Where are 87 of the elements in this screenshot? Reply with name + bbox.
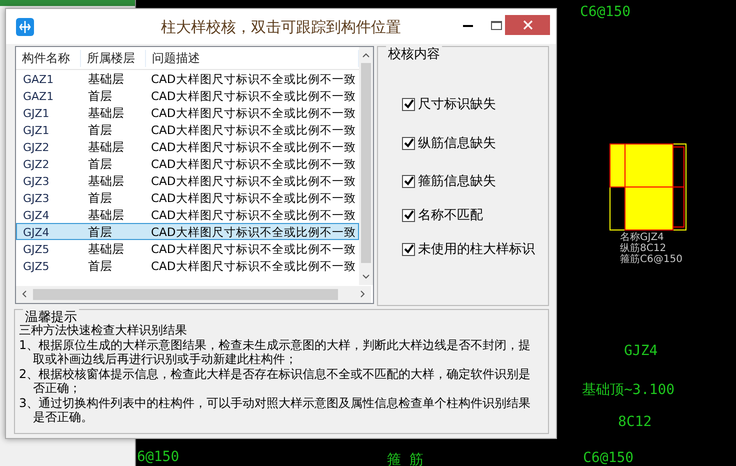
window-title: 柱大样校核，双击可跟踪到构件位置: [161, 18, 401, 36]
table-cell-text: 基础层: [87, 105, 125, 122]
cad-label: 箍 筋: [387, 452, 424, 466]
checkbox-label[interactable]: 尺寸标识缺失: [418, 95, 496, 113]
table-cell-text: CAD大样图尺寸标识不全或比例不一致: [150, 225, 357, 240]
cad-label: C6@150: [583, 450, 634, 466]
table-cell-text: GJZ3: [22, 192, 50, 205]
table-cell-text: CAD大样图尺寸标识不全或比例不一致: [150, 123, 357, 138]
group-title: 校核内容: [386, 45, 442, 63]
horizontal-scrollbar[interactable]: [16, 286, 371, 303]
cad-label: GJZ4: [624, 343, 658, 359]
scroll-up-icon[interactable]: [362, 51, 370, 59]
table-cell-text: GJZ2: [22, 158, 50, 171]
detail-note: 名称GJZ4: [620, 232, 665, 243]
table-cell-text: GJZ3: [22, 175, 50, 188]
detail-note: 箍筋C6@150: [620, 254, 682, 265]
checkbox[interactable]: [402, 98, 415, 110]
table-cell-text: CAD大样图尺寸标识不全或比例不一致: [150, 89, 357, 104]
checkbox-label[interactable]: 未使用的柱大样标识: [418, 240, 535, 258]
checkbox[interactable]: [402, 174, 415, 188]
scroll-right-icon[interactable]: [359, 290, 367, 298]
cad-label: 8C12: [618, 414, 652, 430]
table-cell-text: GJZ4: [22, 226, 50, 239]
cad-label: 基础顶~3.100: [582, 382, 675, 398]
table-row[interactable]: GJZ4 基础层 CAD大样图尺寸标识不全或比例不一致: [16, 206, 359, 223]
table-cell-text: 基础层: [87, 241, 125, 258]
checkbox[interactable]: [402, 208, 415, 222]
tip-text: 1、根据原位生成的大样示意图结果，检查未生成示意图的大样，判断此大样边线是否不封闭，提取或补画边线后再进行识别或手动新建此柱构件；: [19, 338, 532, 366]
table-cell-text: GJZ2: [22, 141, 50, 154]
table-cell-text: 首层: [87, 122, 113, 139]
table-cell-text: GAZ1: [22, 90, 55, 103]
vertical-scrollbar[interactable]: [359, 47, 373, 285]
table-cell-text: 基础层: [87, 71, 125, 88]
table-cell-text: CAD大样图尺寸标识不全或比例不一致: [150, 259, 357, 274]
checkbox-label[interactable]: 纵筋信息缺失: [418, 134, 496, 152]
column-header[interactable]: 所属楼层: [81, 50, 146, 66]
close-button[interactable]: [505, 15, 550, 35]
checkbox[interactable]: [402, 136, 415, 150]
table-cell-text: GJZ1: [22, 124, 50, 137]
table-row[interactable]: GJZ1 首层 CAD大样图尺寸标识不全或比例不一致: [16, 121, 359, 138]
checkbox-label[interactable]: 箍筋信息缺失: [418, 172, 496, 190]
app-icon: [16, 18, 34, 36]
table-row[interactable]: GJZ2 基础层 CAD大样图尺寸标识不全或比例不一致: [16, 138, 359, 155]
cad-label: C6@150: [580, 4, 631, 20]
table-row[interactable]: GJZ3 基础层 CAD大样图尺寸标识不全或比例不一致: [16, 172, 359, 189]
tip-text: 3、通过切换构件列表中的柱构件，可以手动对照大样示意图及属性信息检查单个柱构件识别结果是否正确。: [19, 396, 532, 424]
table-cell-text: CAD大样图尺寸标识不全或比例不一致: [150, 208, 357, 223]
table-row[interactable]: GAZ1 首层 CAD大样图尺寸标识不全或比例不一致: [16, 87, 359, 104]
scroll-left-icon[interactable]: [20, 290, 28, 298]
table-cell-text: GJZ5: [22, 243, 50, 256]
table-cell-text: 首层: [87, 156, 113, 173]
maximize-icon: [490, 20, 502, 30]
table-row[interactable]: GJZ5 基础层 CAD大样图尺寸标识不全或比例不一致: [16, 240, 359, 257]
table-row[interactable]: GJZ1 基础层 CAD大样图尺寸标识不全或比例不一致: [16, 104, 359, 121]
tips-intro: 三种方法快速检查大样识别结果: [19, 323, 188, 338]
table-cell-text: GJZ5: [22, 260, 50, 273]
table-row[interactable]: GJZ4 首层 CAD大样图尺寸标识不全或比例不一致: [16, 223, 359, 240]
table-row[interactable]: GJZ3 首层 CAD大样图尺寸标识不全或比例不一致: [16, 189, 359, 206]
checkbox-label[interactable]: 名称不匹配: [418, 206, 483, 224]
close-icon: [522, 20, 532, 30]
table-cell-text: GJZ4: [22, 209, 50, 222]
table-cell-text: GAZ1: [22, 73, 55, 86]
table-cell-text: 基础层: [87, 139, 125, 156]
table-row[interactable]: GJZ2 首层 CAD大样图尺寸标识不全或比例不一致: [16, 155, 359, 172]
table-cell-text: CAD大样图尺寸标识不全或比例不一致: [150, 242, 357, 257]
table-cell-text: 首层: [87, 88, 113, 105]
column-header[interactable]: 构件名称: [16, 50, 81, 66]
table-cell-text: CAD大样图尺寸标识不全或比例不一致: [150, 106, 357, 121]
table-cell-text: CAD大样图尺寸标识不全或比例不一致: [150, 174, 357, 189]
table-cell-text: 基础层: [87, 207, 125, 224]
table-cell-text: 首层: [87, 258, 113, 275]
table-cell-text: GJZ1: [22, 107, 50, 120]
cad-label: 6@150: [137, 449, 180, 465]
tip-text: 2、根据校核窗体提示信息，检查此大样是否存在标识信息不全或不匹配的大样，确定软件识别是否正确；: [19, 366, 532, 396]
table-row[interactable]: GAZ1 基础层 CAD大样图尺寸标识不全或比例不一致: [16, 70, 359, 87]
table-cell-text: 基础层: [87, 173, 125, 190]
table-cell-text: CAD大样图尺寸标识不全或比例不一致: [150, 191, 357, 206]
table-cell-text: 首层: [87, 190, 113, 207]
checkbox[interactable]: [402, 242, 415, 256]
detail-note: 纵筋8C12: [620, 243, 668, 254]
minimize-icon: [463, 24, 473, 26]
table-row[interactable]: GJZ5 首层 CAD大样图尺寸标识不全或比例不一致: [16, 257, 359, 274]
table-cell-text: CAD大样图尺寸标识不全或比例不一致: [150, 157, 357, 172]
table-cell-text: CAD大样图尺寸标识不全或比例不一致: [150, 72, 357, 87]
table-cell-text: CAD大样图尺寸标识不全或比例不一致: [150, 140, 357, 155]
scroll-down-icon[interactable]: [362, 273, 370, 281]
table-cell-text: 首层: [87, 224, 113, 241]
